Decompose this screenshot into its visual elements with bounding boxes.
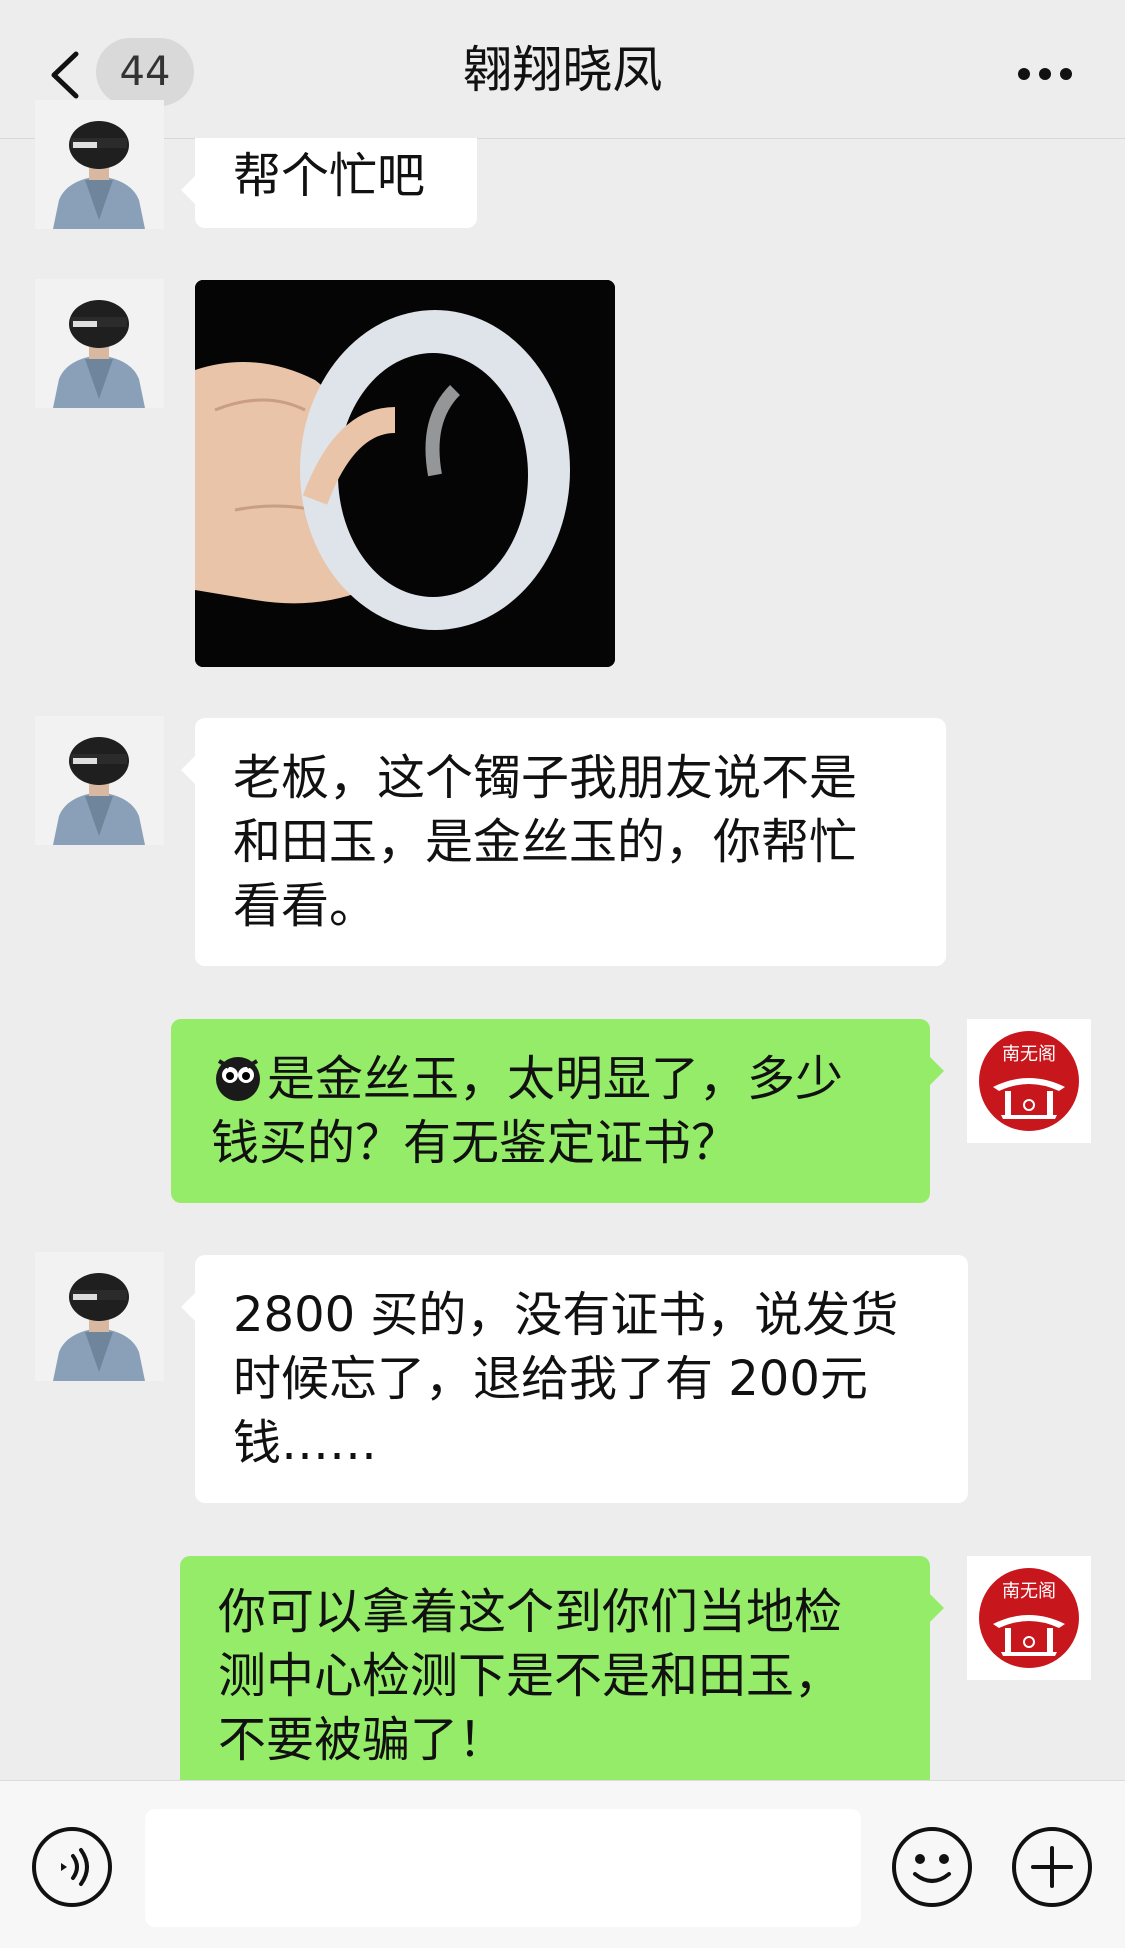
- message-line: 和田玉，是金丝玉的，你帮忙: [233, 814, 858, 870]
- contact-avatar[interactable]: [35, 279, 164, 408]
- chat-title: 翱翔晓凤: [462, 41, 663, 99]
- emoji-icon: [216, 1057, 260, 1101]
- contact-avatar[interactable]: [35, 1252, 164, 1381]
- plus-icon[interactable]: [1011, 1826, 1093, 1908]
- contact-avatar[interactable]: [35, 716, 164, 845]
- message-text: 帮个忙吧: [233, 148, 426, 204]
- message-bubble-incoming[interactable]: 2800 买的，没有证书，说发货 时候忘了，退给我了有 200元 钱……: [181, 1255, 968, 1503]
- message-bubble-incoming[interactable]: 老板，这个镯子我朋友说不是 和田玉，是金丝玉的，你帮忙 看看。: [181, 718, 946, 966]
- input-bar: [0, 1780, 1125, 1948]
- emoji-icon[interactable]: [891, 1826, 973, 1908]
- my-avatar-label: 南无阁: [1002, 1581, 1056, 1602]
- message-line: 不要被骗了！: [218, 1712, 507, 1768]
- my-avatar-label: 南无阁: [1002, 1044, 1056, 1065]
- message-line: 老板，这个镯子我朋友说不是: [233, 750, 858, 806]
- message-line: 钱……: [233, 1415, 378, 1471]
- voice-icon[interactable]: [31, 1826, 113, 1908]
- message-line: 时候忘了，退给我了有 200元: [233, 1351, 868, 1407]
- message-bubble-outgoing[interactable]: 是金丝玉，太明显了，多少 钱买的？有无鉴定证书？: [171, 1019, 944, 1203]
- my-avatar[interactable]: [967, 1556, 1091, 1680]
- message-line: 测中心检测下是不是和田玉，: [218, 1648, 843, 1704]
- message-line: 2800 买的，没有证书，说发货: [233, 1287, 899, 1343]
- message-line: 是金丝玉，太明显了，多少: [267, 1051, 844, 1107]
- message-bubble-incoming[interactable]: 帮个忙吧: [181, 138, 477, 228]
- top-bar: 44 翱翔晓凤: [0, 0, 1125, 139]
- message-line: 你可以拿着这个到你们当地检: [218, 1584, 843, 1640]
- message-bubble-outgoing[interactable]: 你可以拿着这个到你们当地检 测中心检测下是不是和田玉， 不要被骗了！: [180, 1556, 944, 1796]
- message-line: 钱买的？有无鉴定证书？: [211, 1115, 740, 1171]
- more-icon[interactable]: [1017, 66, 1073, 82]
- jade-bangle-photo[interactable]: [195, 280, 615, 667]
- my-avatar[interactable]: [967, 1019, 1091, 1143]
- message-input[interactable]: [145, 1809, 861, 1927]
- contact-avatar[interactable]: [35, 100, 164, 229]
- message-line: 看看。: [233, 878, 378, 934]
